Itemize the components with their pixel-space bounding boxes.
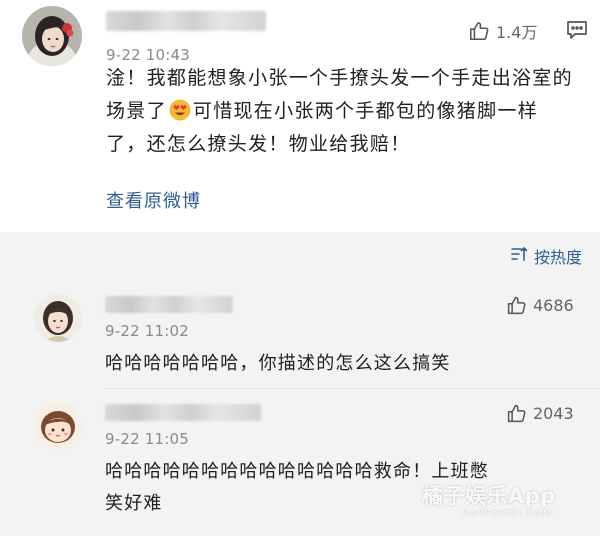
username-redacted[interactable]	[105, 404, 261, 421]
like-button[interactable]: 1.4万	[468, 19, 537, 43]
comment-text: 淦！我都能想象小张一个手撩头发一个手走出浴室的场景了 可惜现在小张两个手都包的像…	[106, 62, 576, 161]
reply-text-line2: 笑好难	[105, 493, 163, 514]
view-original-link[interactable]: 查看原微博	[106, 187, 201, 213]
username-redacted[interactable]	[105, 296, 233, 313]
like-count: 1.4万	[496, 23, 538, 42]
replies-panel: 按热度 9-22 11:02 4686 哈哈哈哈哈哈哈，你描述的怎么这么搞笑 9…	[0, 232, 600, 536]
reply-comment-icon[interactable]	[566, 20, 588, 44]
watermark-sub: HAPPYJUZI.COM	[462, 509, 553, 519]
like-count: 4686	[533, 296, 574, 315]
reply-item: 9-22 11:02 4686 哈哈哈哈哈哈哈，你描述的怎么这么搞笑	[0, 292, 600, 392]
comment-page: 9-22 10:43 1.4万 淦！我都能想象小张一个手撩头发一个手走出浴室的场…	[0, 0, 600, 536]
sort-by-hot-button[interactable]: 按热度	[510, 244, 582, 268]
thumbs-up-icon	[506, 295, 527, 316]
thumbs-up-icon	[468, 20, 490, 42]
reply-text: 哈哈哈哈哈哈哈，你描述的怎么这么搞笑	[105, 353, 451, 374]
thumbs-up-icon	[506, 403, 527, 424]
like-button[interactable]: 4686	[506, 295, 574, 316]
watermark-brand: 橘子娱乐App	[422, 484, 556, 508]
avatar[interactable]	[34, 294, 82, 342]
avatar[interactable]	[34, 402, 82, 450]
reply-time: 9-22 11:05	[105, 430, 190, 448]
username-redacted[interactable]	[106, 11, 266, 31]
main-comment: 9-22 10:43 1.4万 淦！我都能想象小张一个手撩头发一个手走出浴室的场…	[0, 0, 600, 232]
sort-label: 按热度	[533, 248, 582, 267]
reply-time: 9-22 11:02	[105, 322, 190, 340]
divider	[105, 388, 600, 389]
sort-icon	[510, 245, 528, 267]
like-count: 2043	[533, 404, 574, 423]
heart-eyes-emoji-icon	[169, 99, 191, 121]
avatar[interactable]	[22, 6, 82, 66]
watermark: 橘子娱乐App HAPPYJUZI.COM	[422, 480, 556, 519]
like-button[interactable]: 2043	[506, 403, 574, 424]
